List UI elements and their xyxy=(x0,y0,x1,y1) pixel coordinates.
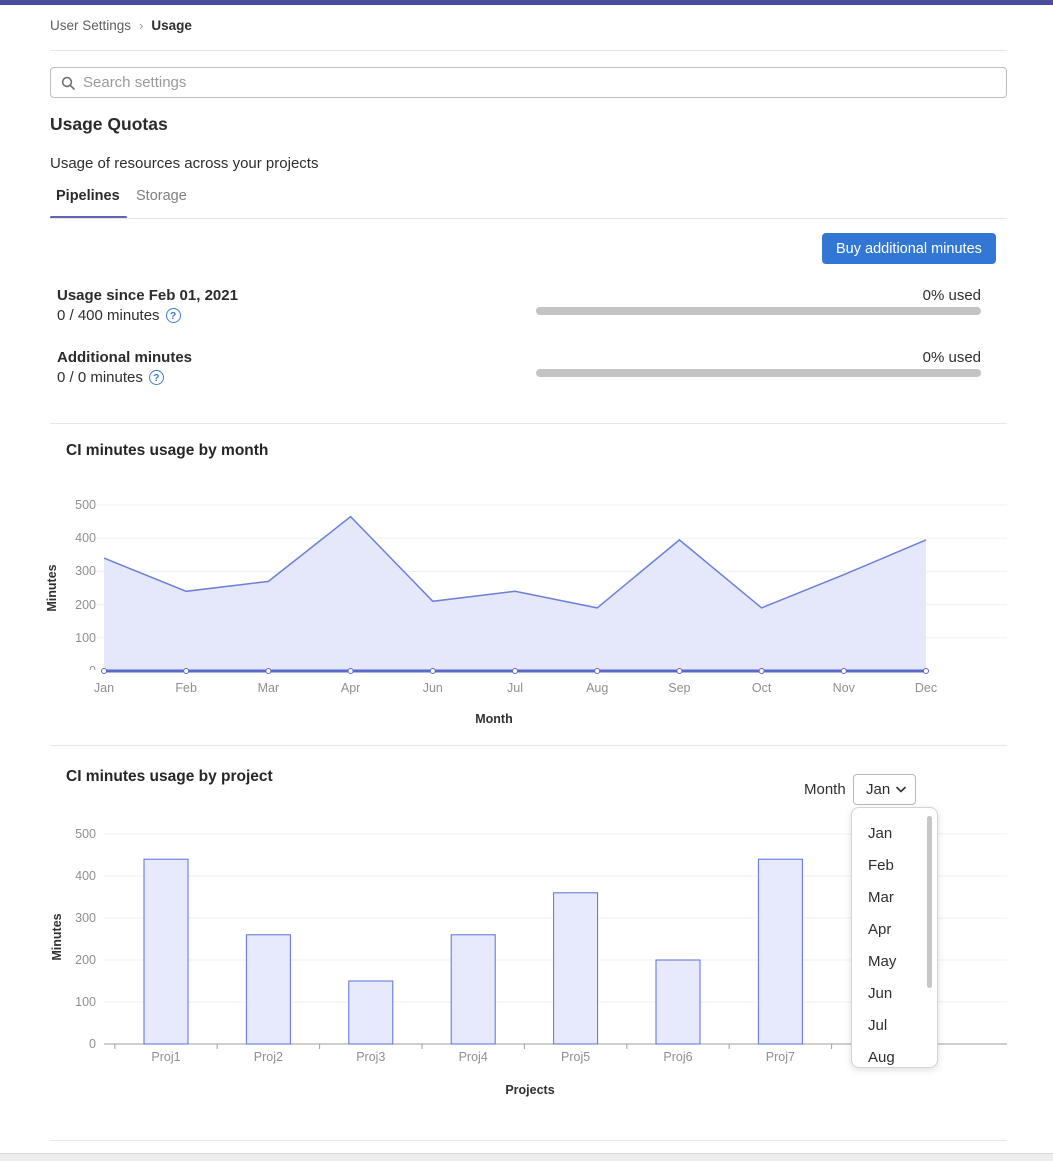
y-tick-label: 500 xyxy=(75,498,96,513)
month-chart-title: CI minutes usage by month xyxy=(66,442,268,460)
y-tick-label: 200 xyxy=(75,952,96,968)
month-select[interactable]: Jan xyxy=(853,774,916,805)
x-tick-label: Jan xyxy=(79,681,129,695)
usage-since-value: 0 / 400 minutes ? xyxy=(57,307,181,324)
tab-storage[interactable]: Storage xyxy=(136,188,187,204)
search-settings-field[interactable] xyxy=(50,67,1007,98)
project-chart-title: CI minutes usage by project xyxy=(66,768,273,786)
month-chart-yticks: 0 100 200 300 400 500 xyxy=(46,498,96,670)
tabs-divider xyxy=(50,218,1007,219)
additional-minutes-title: Additional minutes xyxy=(57,349,192,366)
month-option[interactable]: Jul xyxy=(852,1010,937,1042)
month-option[interactable]: Aug xyxy=(852,1042,937,1068)
x-tick-label: Sep xyxy=(654,681,704,695)
month-filter-label: Month xyxy=(804,781,846,798)
breadcrumb-user-settings[interactable]: User Settings xyxy=(50,18,131,33)
breadcrumb-divider xyxy=(50,50,1007,51)
page-title: Usage Quotas xyxy=(50,114,168,135)
x-tick-label: Proj2 xyxy=(243,1050,293,1064)
month-chart-xlabels: JanFebMarAprJunJulAugSepOctNovDec xyxy=(96,681,1007,699)
month-option[interactable]: Jun xyxy=(852,978,937,1010)
y-tick-label: 400 xyxy=(75,530,96,546)
additional-minutes-progress-bar xyxy=(536,369,981,377)
breadcrumb: User Settings › Usage xyxy=(50,18,192,33)
y-tick-label: 300 xyxy=(75,563,96,579)
usage-quotas-page: User Settings › Usage Usage Quotas Usage… xyxy=(0,0,1053,1161)
section-divider xyxy=(50,423,1007,424)
month-dropdown-list: JanFebMarAprMayJunJulAug xyxy=(852,818,937,1068)
help-icon[interactable]: ? xyxy=(149,370,164,385)
tab-pipelines[interactable]: Pipelines xyxy=(56,188,120,204)
x-tick-label: Aug xyxy=(572,681,622,695)
y-tick-label: 200 xyxy=(75,597,96,613)
footer-divider xyxy=(50,1140,1007,1141)
month-option[interactable]: Feb xyxy=(852,850,937,882)
x-tick-label: Proj5 xyxy=(551,1050,601,1064)
month-chart-svg xyxy=(96,498,1007,683)
x-tick-label: Jun xyxy=(408,681,458,695)
footer-strip xyxy=(0,1153,1053,1161)
x-tick-label: Proj1 xyxy=(141,1050,191,1064)
usage-since-minutes: 0 / 400 minutes xyxy=(57,307,160,324)
additional-minutes-value: 0 / 0 minutes ? xyxy=(57,369,164,386)
x-tick-label: Proj6 xyxy=(653,1050,703,1064)
x-tick-label: Feb xyxy=(161,681,211,695)
dropdown-scrollbar[interactable] xyxy=(927,816,932,988)
page-subtitle: Usage of resources across your projects xyxy=(50,155,318,172)
x-tick-label: Dec xyxy=(901,681,951,695)
buy-additional-minutes-button[interactable]: Buy additional minutes xyxy=(822,233,996,264)
month-select-value: Jan xyxy=(866,781,890,798)
project-chart-x-axis-title: Projects xyxy=(480,1083,580,1097)
additional-minutes-percent: 0% used xyxy=(923,349,981,366)
usage-since-percent: 0% used xyxy=(923,287,981,304)
month-dropdown-panel: JanFebMarAprMayJunJulAug xyxy=(851,807,938,1068)
x-tick-label: Oct xyxy=(737,681,787,695)
y-tick-label: 0 xyxy=(89,1036,96,1052)
month-option[interactable]: Jan xyxy=(852,818,937,850)
x-tick-label: Proj7 xyxy=(755,1050,805,1064)
month-chart-x-axis-title: Month xyxy=(444,712,544,726)
chevron-down-icon xyxy=(896,786,906,793)
breadcrumb-current: Usage xyxy=(151,18,192,33)
additional-minutes-count: 0 / 0 minutes xyxy=(57,369,143,386)
help-icon[interactable]: ? xyxy=(166,308,181,323)
search-input[interactable] xyxy=(83,74,996,91)
x-tick-label: Mar xyxy=(243,681,293,695)
breadcrumb-separator-icon: › xyxy=(139,18,143,33)
y-tick-label: 0 xyxy=(89,663,96,670)
search-icon xyxy=(61,76,75,90)
y-tick-label: 100 xyxy=(75,994,96,1010)
y-tick-label: 400 xyxy=(75,868,96,884)
y-tick-label: 500 xyxy=(75,826,96,842)
month-option[interactable]: Mar xyxy=(852,882,937,914)
x-tick-label: Nov xyxy=(819,681,869,695)
y-tick-label: 100 xyxy=(75,630,96,646)
x-tick-label: Proj3 xyxy=(346,1050,396,1064)
x-tick-label: Jul xyxy=(490,681,540,695)
project-chart-yticks: 0 100 200 300 400 500 xyxy=(46,826,96,1061)
x-tick-label: Proj4 xyxy=(448,1050,498,1064)
y-tick-label: 300 xyxy=(75,910,96,926)
x-tick-label: Apr xyxy=(326,681,376,695)
month-option[interactable]: May xyxy=(852,946,937,978)
month-option[interactable]: Apr xyxy=(852,914,937,946)
section-divider xyxy=(50,745,1007,746)
top-accent-bar xyxy=(0,0,1053,5)
usage-since-title: Usage since Feb 01, 2021 xyxy=(57,287,238,304)
usage-since-progress-bar xyxy=(536,307,981,315)
